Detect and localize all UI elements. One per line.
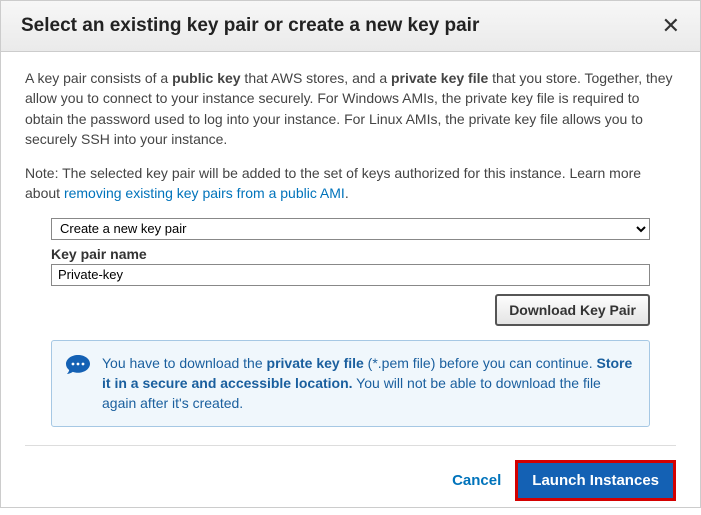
key-pair-select[interactable]: Create a new key pair <box>51 218 650 240</box>
launch-instances-button[interactable]: Launch Instances <box>518 463 673 498</box>
desc-text: A key pair consists of a <box>25 70 172 86</box>
cancel-button[interactable]: Cancel <box>452 472 501 489</box>
launch-highlight: Launch Instances <box>515 460 676 501</box>
info-box: You have to download the private key fil… <box>51 340 650 427</box>
modal-header: Select an existing key pair or create a … <box>1 1 700 52</box>
chat-bubble-icon <box>66 355 90 375</box>
key-pair-name-input[interactable] <box>51 264 650 286</box>
desc-text: that AWS stores, and a <box>241 70 391 86</box>
desc-bold-public: public key <box>172 70 240 86</box>
note-suffix: . <box>345 185 349 201</box>
download-key-pair-button[interactable]: Download Key Pair <box>495 294 650 326</box>
modal-footer: Cancel Launch Instances <box>25 445 676 515</box>
info-text: You have to download the <box>102 355 267 371</box>
download-row: Download Key Pair <box>51 294 650 326</box>
key-pair-description: A key pair consists of a public key that… <box>25 68 676 149</box>
modal-title: Select an existing key pair or create a … <box>21 15 479 37</box>
desc-bold-private: private key file <box>391 70 488 86</box>
form-area: Create a new key pair Key pair name Down… <box>25 218 676 427</box>
info-message: You have to download the private key fil… <box>102 353 635 414</box>
remove-keypairs-link[interactable]: removing existing key pairs from a publi… <box>64 185 345 201</box>
info-text: (*.pem file) before you can continue. <box>364 355 597 371</box>
modal-body: A key pair consists of a public key that… <box>1 52 700 427</box>
info-bold-file: private key file <box>267 355 364 371</box>
close-icon[interactable]: ✕ <box>662 15 680 37</box>
note-text: Note: The selected key pair will be adde… <box>25 163 676 204</box>
key-pair-name-label: Key pair name <box>51 246 650 262</box>
